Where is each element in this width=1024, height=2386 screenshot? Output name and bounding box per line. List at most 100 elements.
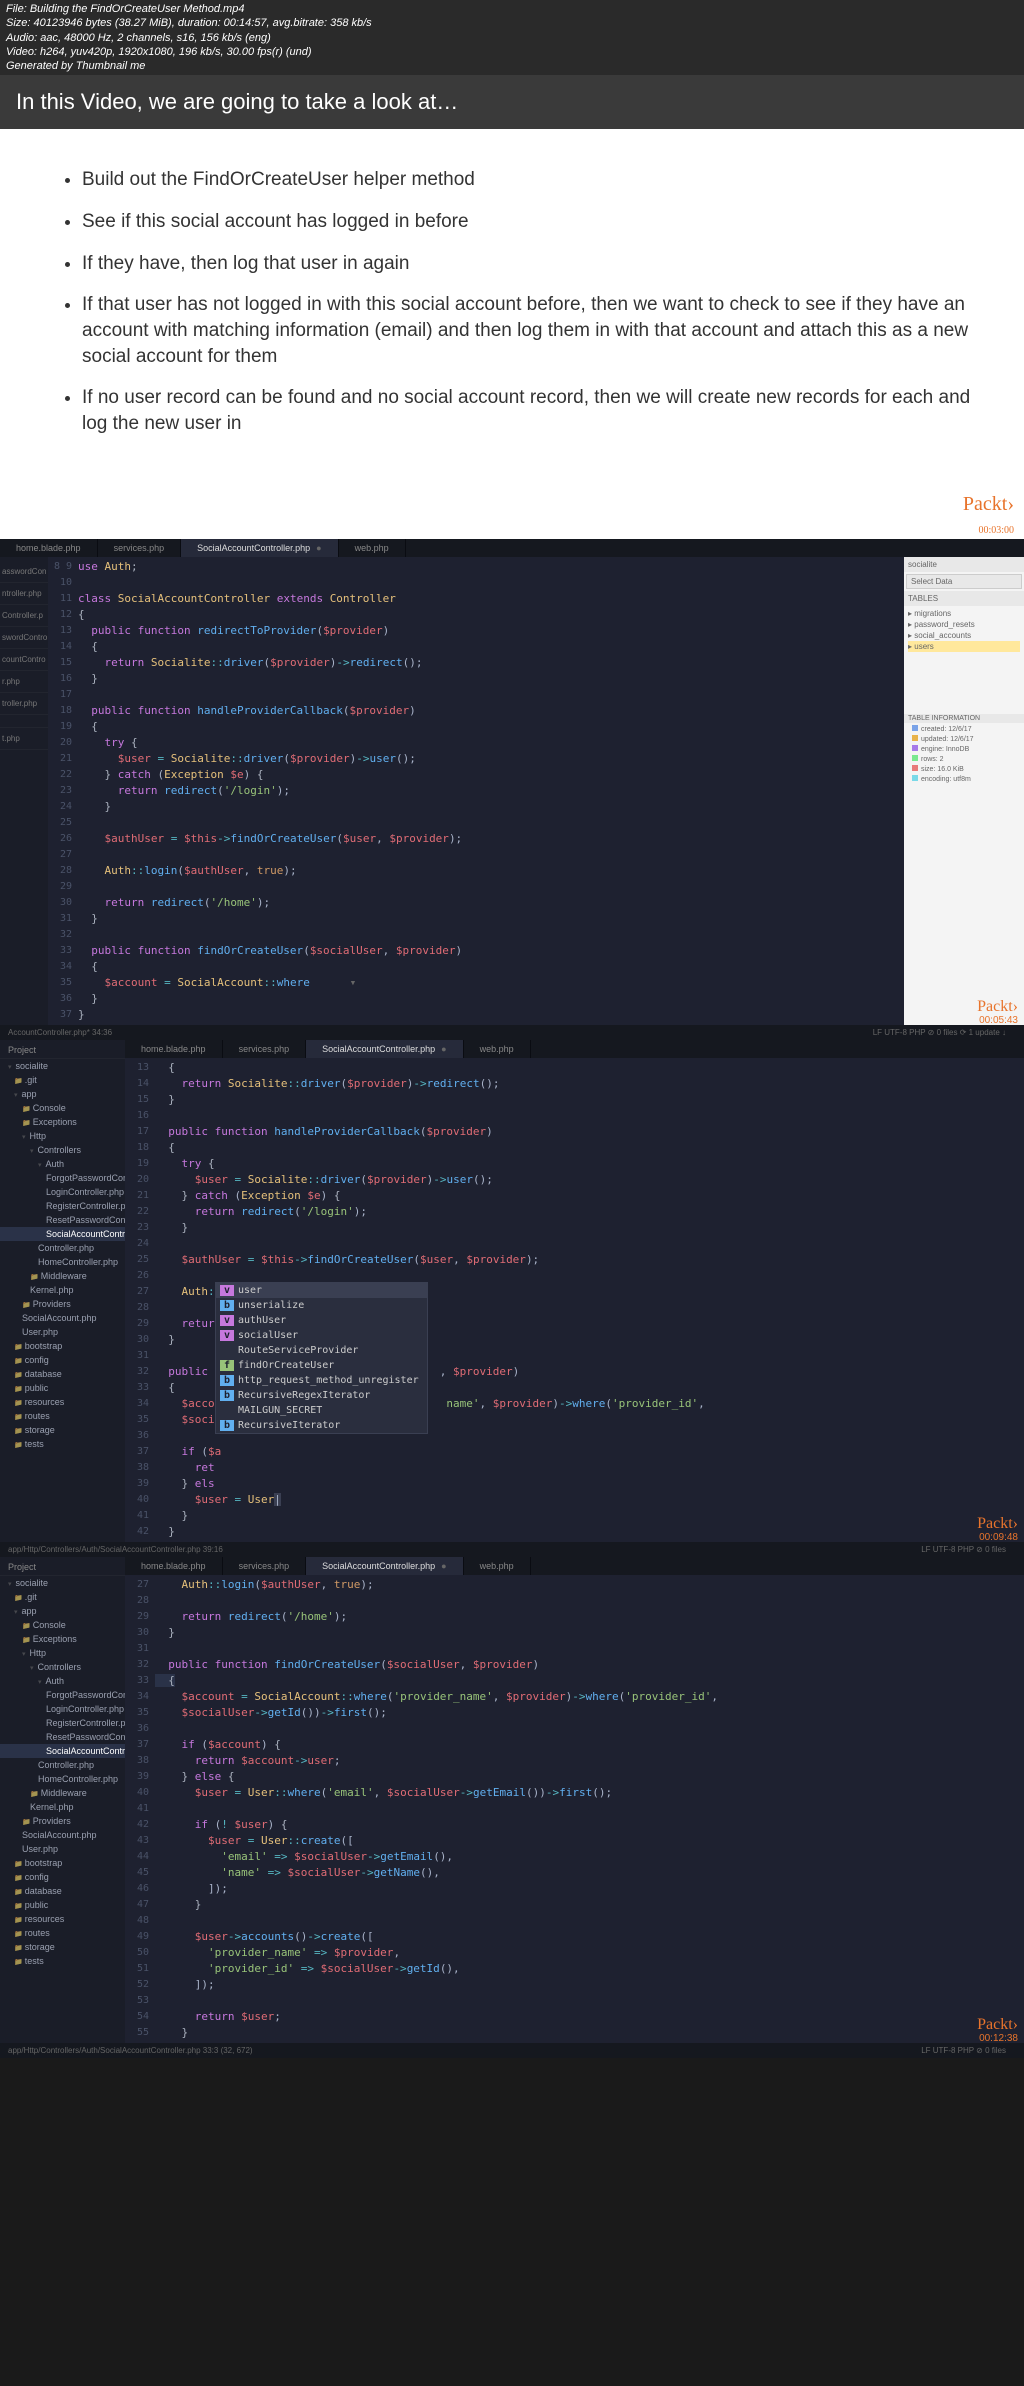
project-folder[interactable]: routes bbox=[0, 1926, 125, 1940]
project-folder[interactable]: database bbox=[0, 1367, 125, 1381]
project-file[interactable]: LoginController.php bbox=[0, 1185, 125, 1199]
project-folder[interactable]: Controllers bbox=[0, 1143, 125, 1157]
editor-tab[interactable]: web.php bbox=[464, 1557, 531, 1575]
autocomplete-item[interactable]: vsocialUser bbox=[216, 1328, 427, 1343]
project-folder[interactable]: app bbox=[0, 1604, 125, 1618]
project-file[interactable]: ResetPasswordCont bbox=[0, 1213, 125, 1227]
project-folder[interactable]: resources bbox=[0, 1912, 125, 1926]
project-folder[interactable]: storage bbox=[0, 1423, 125, 1437]
code-area[interactable]: use Auth; class SocialAccountController … bbox=[78, 557, 904, 1025]
project-file[interactable]: HomeController.php bbox=[0, 1255, 125, 1269]
project-folder[interactable]: Http bbox=[0, 1129, 125, 1143]
editor-tab[interactable]: services.php bbox=[223, 1557, 307, 1575]
project-folder[interactable]: .git bbox=[0, 1073, 125, 1087]
project-file[interactable]: SocialAccount.php bbox=[0, 1311, 125, 1325]
project-file[interactable]: SocialAccountContr bbox=[0, 1227, 125, 1241]
autocomplete-item[interactable]: MAILGUN_SECRET bbox=[216, 1403, 427, 1418]
project-folder[interactable]: config bbox=[0, 1870, 125, 1884]
project-folder[interactable]: app bbox=[0, 1087, 125, 1101]
project-folder[interactable]: config bbox=[0, 1353, 125, 1367]
open-editor-item[interactable] bbox=[0, 715, 48, 728]
project-folder[interactable]: bootstrap bbox=[0, 1339, 125, 1353]
open-editor-item[interactable]: asswordCon bbox=[0, 561, 48, 583]
project-file[interactable]: Controller.php bbox=[0, 1241, 125, 1255]
autocomplete-item[interactable]: vauthUser bbox=[216, 1313, 427, 1328]
project-folder[interactable]: tests bbox=[0, 1954, 125, 1968]
project-folder[interactable]: Providers bbox=[0, 1297, 125, 1311]
db-table-item[interactable]: ▸ social_accounts bbox=[908, 630, 1020, 641]
project-file[interactable]: SocialAccount.php bbox=[0, 1828, 125, 1842]
autocomplete-item[interactable]: ffindOrCreateUser bbox=[216, 1358, 427, 1373]
project-folder[interactable]: Middleware bbox=[0, 1786, 125, 1800]
project-file[interactable]: RegisterController.p bbox=[0, 1199, 125, 1213]
editor-tab[interactable]: SocialAccountController.php● bbox=[306, 1557, 464, 1575]
autocomplete-popup[interactable]: vuserbunserializevauthUservsocialUser Ro… bbox=[215, 1282, 428, 1434]
timestamp: 00:09:48 bbox=[979, 1532, 1018, 1543]
select-database-button[interactable]: Select Data bbox=[906, 574, 1022, 589]
open-editor-item[interactable]: r.php bbox=[0, 671, 48, 693]
open-editor-item[interactable]: t.php bbox=[0, 728, 48, 750]
project-file[interactable]: User.php bbox=[0, 1842, 125, 1856]
autocomplete-item[interactable]: bunserialize bbox=[216, 1298, 427, 1313]
project-file[interactable]: Kernel.php bbox=[0, 1283, 125, 1297]
project-folder[interactable]: Auth bbox=[0, 1157, 125, 1171]
editor-tab[interactable]: SocialAccountController.php● bbox=[181, 539, 339, 557]
project-folder[interactable]: public bbox=[0, 1381, 125, 1395]
db-table-item[interactable]: ▸ migrations bbox=[908, 608, 1020, 619]
project-file[interactable]: Kernel.php bbox=[0, 1800, 125, 1814]
project-file[interactable]: ResetPasswordCont bbox=[0, 1730, 125, 1744]
tab-close-icon[interactable]: ● bbox=[316, 543, 321, 553]
project-file[interactable]: ForgotPasswordCon bbox=[0, 1688, 125, 1702]
project-folder[interactable]: Controllers bbox=[0, 1660, 125, 1674]
editor-tab[interactable]: SocialAccountController.php● bbox=[306, 1040, 464, 1058]
project-folder[interactable]: storage bbox=[0, 1940, 125, 1954]
open-editor-item[interactable]: troller.php bbox=[0, 693, 48, 715]
project-folder[interactable]: Auth bbox=[0, 1674, 125, 1688]
project-folder[interactable]: bootstrap bbox=[0, 1856, 125, 1870]
project-folder[interactable]: Console bbox=[0, 1101, 125, 1115]
db-table-item[interactable]: ▸ password_resets bbox=[908, 619, 1020, 630]
project-folder[interactable]: Providers bbox=[0, 1814, 125, 1828]
code-area[interactable]: Auth::login($authUser, true); return red… bbox=[155, 1575, 1024, 2043]
editor-tab[interactable]: services.php bbox=[223, 1040, 307, 1058]
project-file[interactable]: Controller.php bbox=[0, 1758, 125, 1772]
tab-close-icon[interactable]: ● bbox=[441, 1044, 446, 1054]
project-folder[interactable]: Exceptions bbox=[0, 1632, 125, 1646]
editor-tab[interactable]: web.php bbox=[464, 1040, 531, 1058]
project-folder[interactable]: resources bbox=[0, 1395, 125, 1409]
autocomplete-item[interactable]: bRecursiveRegexIterator bbox=[216, 1388, 427, 1403]
project-folder[interactable]: tests bbox=[0, 1437, 125, 1451]
project-folder[interactable]: Console bbox=[0, 1618, 125, 1632]
project-folder[interactable]: .git bbox=[0, 1590, 125, 1604]
open-editor-item[interactable]: Controller.p bbox=[0, 605, 48, 627]
project-folder[interactable]: public bbox=[0, 1898, 125, 1912]
project-file[interactable]: RegisterController.p bbox=[0, 1716, 125, 1730]
project-file[interactable]: SocialAccountContr bbox=[0, 1744, 125, 1758]
autocomplete-item[interactable]: bRecursiveIterator bbox=[216, 1418, 427, 1433]
project-file[interactable]: User.php bbox=[0, 1325, 125, 1339]
editor-tab[interactable]: web.php bbox=[339, 539, 406, 557]
editor-tab[interactable]: home.blade.php bbox=[125, 1557, 223, 1575]
autocomplete-item[interactable]: vuser bbox=[216, 1283, 427, 1298]
editor-tab[interactable]: home.blade.php bbox=[0, 539, 98, 557]
project-folder[interactable]: socialite bbox=[0, 1059, 125, 1073]
project-file[interactable]: ForgotPasswordCon bbox=[0, 1171, 125, 1185]
project-folder[interactable]: Middleware bbox=[0, 1269, 125, 1283]
project-file[interactable]: LoginController.php bbox=[0, 1702, 125, 1716]
project-folder[interactable]: socialite bbox=[0, 1576, 125, 1590]
project-folder[interactable]: Exceptions bbox=[0, 1115, 125, 1129]
editor-tab[interactable]: home.blade.php bbox=[125, 1040, 223, 1058]
project-folder[interactable]: routes bbox=[0, 1409, 125, 1423]
project-file[interactable]: HomeController.php bbox=[0, 1772, 125, 1786]
autocomplete-item[interactable]: bhttp_request_method_unregister bbox=[216, 1373, 427, 1388]
open-editor-item[interactable]: countContro bbox=[0, 649, 48, 671]
tab-close-icon[interactable]: ● bbox=[441, 1561, 446, 1571]
table-info: TABLE INFORMATION created: 12/6/17update… bbox=[904, 714, 1024, 785]
open-editor-item[interactable]: swordContro bbox=[0, 627, 48, 649]
open-editor-item[interactable]: ntroller.php bbox=[0, 583, 48, 605]
project-folder[interactable]: Http bbox=[0, 1646, 125, 1660]
editor-tab[interactable]: services.php bbox=[98, 539, 182, 557]
autocomplete-item[interactable]: RouteServiceProvider bbox=[216, 1343, 427, 1358]
project-folder[interactable]: database bbox=[0, 1884, 125, 1898]
db-table-item[interactable]: ▸ users bbox=[908, 641, 1020, 652]
